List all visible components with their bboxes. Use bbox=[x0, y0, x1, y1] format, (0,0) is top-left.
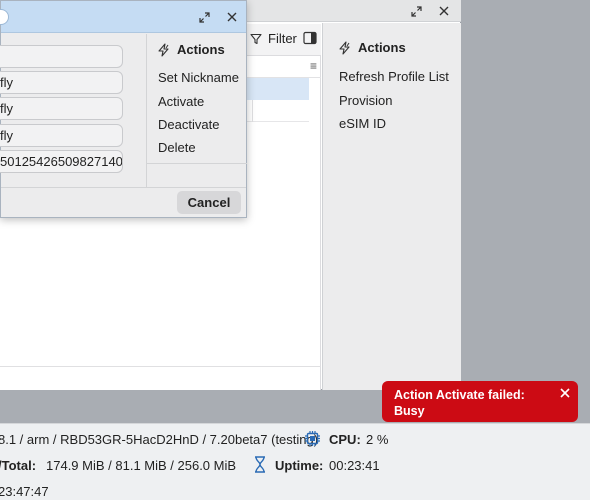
actions-divider bbox=[147, 163, 247, 164]
filter-label: Filter bbox=[268, 31, 297, 46]
provider-field[interactable]: fly bbox=[0, 124, 123, 147]
uptime-label: Uptime: bbox=[275, 458, 324, 473]
restore-icon[interactable] bbox=[406, 1, 426, 21]
field-1[interactable] bbox=[0, 45, 123, 68]
system-info: 8.1 / arm / RBD53GR-5HacD2HnD / 7.20beta… bbox=[0, 432, 319, 447]
close-icon[interactable] bbox=[560, 386, 574, 400]
uptime-value: 00:23:41 bbox=[329, 458, 380, 473]
status-bar: 8.1 / arm / RBD53GR-5HacD2HnD / 7.20beta… bbox=[0, 423, 590, 500]
nickname-field[interactable]: fly bbox=[0, 71, 123, 94]
memory-value: 174.9 MiB / 81.1 MiB / 256.0 MiB bbox=[46, 458, 237, 473]
horizontal-scrollbar[interactable] bbox=[0, 366, 321, 390]
dialog-actions-title: Actions bbox=[157, 42, 225, 57]
dialog-footer-divider bbox=[1, 187, 246, 188]
cancel-button[interactable]: Cancel bbox=[177, 191, 241, 214]
action-esim-id[interactable]: eSIM ID bbox=[339, 116, 386, 131]
close-icon[interactable] bbox=[434, 1, 454, 21]
action-set-nickname[interactable]: Set Nickname bbox=[158, 70, 239, 85]
column-divider bbox=[252, 100, 253, 122]
profile-dialog: fly fly fly 50125426509827140 Actions Se… bbox=[0, 0, 247, 218]
name-field[interactable]: fly bbox=[0, 97, 123, 120]
lightning-icon bbox=[158, 42, 169, 57]
action-refresh-profile-list[interactable]: Refresh Profile List bbox=[339, 69, 449, 84]
filter-button[interactable]: Filter bbox=[250, 31, 297, 46]
filter-icon bbox=[250, 33, 262, 44]
actions-panel-title: Actions bbox=[338, 40, 406, 55]
restore-icon[interactable] bbox=[194, 7, 214, 27]
dialog-menu-button[interactable] bbox=[0, 9, 9, 25]
toast-message: Action Activate failed: Busy bbox=[394, 388, 525, 418]
close-icon[interactable] bbox=[222, 7, 242, 27]
action-activate[interactable]: Activate bbox=[158, 94, 204, 109]
column-menu-icon[interactable]: ≡ bbox=[310, 59, 317, 73]
actions-panel: Actions Refresh Profile List Provision e… bbox=[322, 23, 461, 390]
hourglass-icon bbox=[253, 456, 267, 476]
sidebar-toggle-icon[interactable] bbox=[303, 31, 317, 45]
action-delete[interactable]: Delete bbox=[158, 140, 196, 155]
dialog-titlebar bbox=[0, 1, 246, 33]
error-toast: Action Activate failed: Busy bbox=[382, 381, 578, 422]
iccid-field[interactable]: 50125426509827140 bbox=[0, 150, 123, 173]
cpu-icon bbox=[304, 430, 321, 450]
dialog-divider bbox=[146, 34, 147, 187]
action-provision[interactable]: Provision bbox=[339, 93, 392, 108]
clock-time: 23:47:47 bbox=[0, 484, 49, 499]
lightning-icon bbox=[339, 40, 350, 55]
memory-label: /Total: bbox=[0, 458, 37, 473]
action-deactivate[interactable]: Deactivate bbox=[158, 117, 219, 132]
cpu-value: 2 % bbox=[366, 432, 389, 447]
cpu-label: CPU: bbox=[329, 432, 361, 447]
